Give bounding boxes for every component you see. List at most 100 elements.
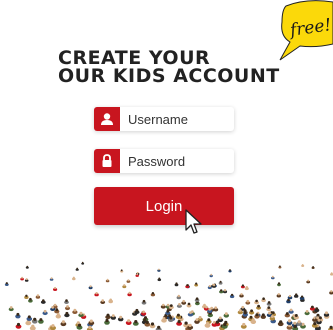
crowd-person-head (250, 309, 254, 313)
crowd-person-head (242, 322, 246, 327)
crowd-person-head (186, 284, 189, 287)
login-button[interactable]: Login (94, 187, 234, 225)
crowd-person-head (241, 305, 245, 309)
crowd-person-head (106, 278, 109, 281)
crowd-person-head (268, 311, 271, 315)
crowd-person-head (65, 299, 68, 302)
crowd-person-head (72, 276, 75, 279)
crowd-person-head (127, 279, 130, 282)
crowd-person-head (31, 324, 35, 328)
crowd-person-head (61, 320, 65, 324)
crowd-person-head (277, 282, 281, 285)
crowd-person-head (16, 322, 21, 327)
crowd-person-head (312, 266, 314, 268)
password-input[interactable] (120, 149, 238, 173)
crowd-person-head (305, 310, 309, 313)
crowd-person-head (220, 289, 223, 292)
crowd-person-head (51, 306, 55, 309)
user-icon (94, 107, 120, 131)
crowd-person-head (257, 304, 260, 308)
crowd-person-head (195, 282, 198, 285)
crowd-person-head (16, 312, 20, 316)
crowd-person-head (5, 282, 8, 285)
crowd-person-head (219, 280, 222, 283)
crowd-person-head (145, 320, 149, 324)
crowd-person-head (95, 292, 98, 295)
crowd-person-head (89, 285, 92, 288)
crowd-person-head (230, 293, 234, 297)
crowd-person-head (238, 309, 242, 312)
crowd-person-head (143, 318, 147, 322)
crowd-person-head (223, 289, 227, 292)
crowd-person-head (77, 323, 82, 327)
crowd-person-head (175, 282, 178, 285)
crowd-person-head (297, 320, 301, 324)
crowd-person-head (277, 293, 280, 296)
crowd-person-head (105, 318, 109, 323)
crowd-illustration (4, 261, 333, 330)
crowd-person-head (205, 305, 208, 309)
crowd-person-head (262, 297, 265, 300)
crowd-person-head (267, 306, 271, 309)
crowd-person-head (26, 265, 29, 268)
crowd-person-head (251, 318, 255, 322)
crowd-person-head (106, 313, 110, 317)
crowd-person-head (177, 320, 181, 324)
username-input[interactable] (120, 107, 238, 131)
crowd-person-head (123, 284, 126, 287)
title-line-2: OUR KIDS ACCOUNT (58, 65, 280, 87)
crowd-person-head (166, 309, 170, 313)
crowd-person-head (101, 299, 104, 302)
crowd-person-head (127, 319, 131, 323)
crowd-person-head (33, 317, 37, 321)
crowd-person-head (195, 318, 199, 322)
crowd-person-head (158, 268, 160, 271)
crowd-person-head (119, 315, 123, 319)
crowd-person-head (142, 310, 146, 314)
crowd-person-head (54, 286, 57, 290)
password-field[interactable] (94, 149, 238, 173)
crowd-person-head (240, 293, 243, 296)
page-title: CREATE YOUR OUR KIDS ACCOUNT (58, 49, 298, 87)
crowd-person-head (218, 316, 222, 320)
crowd-person-head (203, 303, 206, 307)
crowd-person-head (53, 303, 57, 307)
crowd-person-head (169, 316, 173, 320)
crowd-person-head (176, 313, 180, 317)
crowd-person-head (289, 308, 293, 312)
crowd-person-head (177, 294, 180, 298)
crowd-person-head (241, 284, 244, 287)
crowd-person-head (205, 321, 210, 326)
crowd-person-head (56, 313, 60, 316)
crowd-person-head (285, 312, 289, 316)
lock-icon (94, 149, 120, 173)
username-field[interactable] (94, 107, 238, 131)
crowd-person-head (316, 313, 320, 317)
crowd-person-head (142, 299, 146, 303)
crowd-person-head (189, 311, 192, 314)
crowd-person-head (261, 313, 265, 317)
crowd-person-head (188, 323, 192, 327)
crowd-person-head (311, 305, 314, 309)
crowd-person-head (136, 273, 139, 276)
crowd-person-head (271, 275, 274, 278)
crowd-person-head (158, 277, 161, 280)
crowd-person-head (198, 316, 202, 319)
crowd-person-head (317, 318, 321, 322)
crowd-person-head (245, 286, 248, 289)
crowd-person-head (81, 261, 84, 264)
crowd-person-head (88, 325, 92, 329)
crowd-person-head (166, 303, 170, 307)
crowd-person-head (51, 324, 55, 328)
crowd-person-head (109, 298, 112, 302)
crowd-person-head (214, 306, 218, 310)
crowd-person-head (135, 308, 139, 312)
crowd-person-head (288, 294, 292, 298)
crowd-person-head (279, 265, 281, 267)
crowd-person-head (43, 309, 47, 313)
crowd-person-head (210, 273, 213, 276)
crowd-person-head (136, 271, 139, 274)
crowd-person-head (79, 311, 83, 315)
crowd-person-head (243, 311, 247, 315)
crowd-person-head (50, 277, 53, 280)
